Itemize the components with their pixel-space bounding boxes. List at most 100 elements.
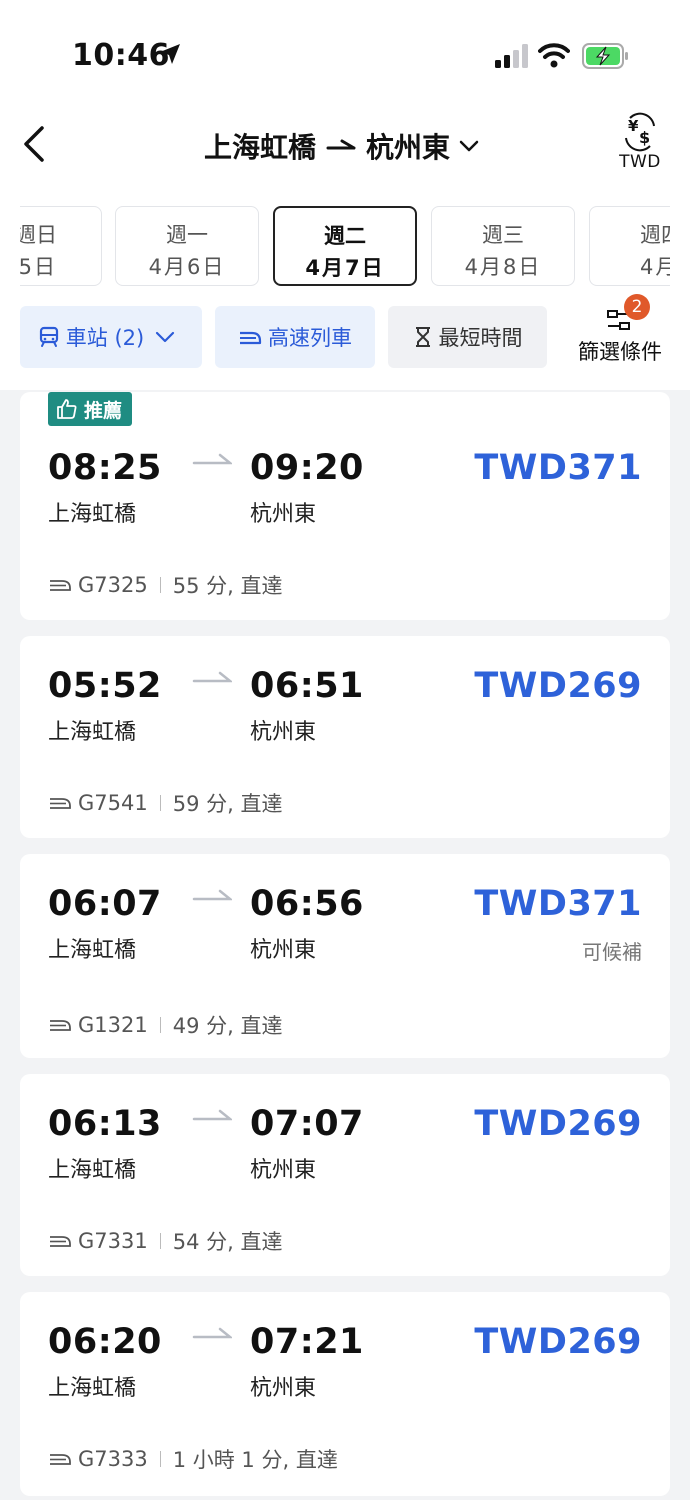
destination-station: 杭州東 <box>366 131 451 164</box>
arrival-time: 09:20 <box>250 448 364 488</box>
trip-duration: 55 分, 直達 <box>172 574 283 598</box>
ticket-price: TWD269 <box>474 1104 642 1144</box>
train-info: G7331 54 分, 直達 <box>48 1226 282 1256</box>
date-weekday: 週三 <box>482 223 524 247</box>
train-card[interactable]: 06:13 上海虹橋 07:07 杭州東 TWD269 G7331 54 分, … <box>20 1074 670 1276</box>
back-arrow-icon[interactable] <box>20 122 52 166</box>
arrival-time: 07:07 <box>250 1104 364 1144</box>
route-arrow-icon <box>192 1327 232 1339</box>
arrival-station: 杭州東 <box>250 720 317 745</box>
cellular-signal-icon <box>495 44 528 68</box>
svg-text:$: $ <box>639 128 650 147</box>
date-tab-mon[interactable]: 週一 4月6日 <box>115 206 259 286</box>
ticket-price: TWD269 <box>474 1322 642 1362</box>
train-info: G7333 1 小時 1 分, 直達 <box>48 1444 338 1474</box>
high-speed-train-icon <box>50 580 71 591</box>
recommended-label: 推薦 <box>84 399 123 422</box>
departure-time: 06:20 <box>48 1322 162 1362</box>
high-speed-train-icon <box>50 1454 71 1465</box>
divider <box>159 1017 161 1033</box>
train-card[interactable]: 05:52 上海虹橋 06:51 杭州東 TWD269 G7541 59 分, … <box>20 636 670 838</box>
shortest-time-filter-chip[interactable]: 最短時間 <box>388 306 547 368</box>
svg-text:¥: ¥ <box>628 117 639 135</box>
ticket-price: TWD269 <box>474 666 642 706</box>
divider <box>159 1451 161 1467</box>
arrival-time: 06:56 <box>250 884 364 924</box>
train-card[interactable]: 推薦 08:25 上海虹橋 09:20 杭州東 TWD371 G7325 55 … <box>20 392 670 620</box>
train-number: G7331 <box>78 1229 148 1253</box>
train-number: G7541 <box>78 791 148 815</box>
train-card[interactable]: 06:20 上海虹橋 07:21 杭州東 TWD269 G7333 1 小時 1… <box>20 1292 670 1496</box>
battery-charging-icon <box>582 43 628 69</box>
departure-station: 上海虹橋 <box>48 502 137 527</box>
arrival-time: 07:21 <box>250 1322 364 1362</box>
train-number: G7333 <box>78 1447 148 1471</box>
high-speed-train-icon <box>50 1020 71 1031</box>
divider <box>159 577 161 593</box>
departure-time: 08:25 <box>48 448 162 488</box>
arrival-station: 杭州東 <box>250 1376 317 1401</box>
departure-station: 上海虹橋 <box>48 938 137 963</box>
arrival-time: 06:51 <box>250 666 364 706</box>
departure-time: 06:07 <box>48 884 162 924</box>
departure-time: 05:52 <box>48 666 162 706</box>
departure-station: 上海虹橋 <box>48 1158 137 1183</box>
route-arrow-icon <box>192 671 232 683</box>
trip-duration: 59 分, 直達 <box>172 792 283 816</box>
shortest-time-label: 最短時間 <box>438 326 523 350</box>
high-speed-train-icon <box>240 331 262 345</box>
train-icon <box>39 326 58 347</box>
date-weekday: 週四 <box>640 223 670 247</box>
high-speed-filter-label: 高速列車 <box>268 326 352 350</box>
date-day: 4月6日 <box>148 255 226 279</box>
arrival-station: 杭州東 <box>250 938 317 963</box>
train-number: G7325 <box>78 573 148 597</box>
route-selector[interactable]: 上海虹橋 杭州東 <box>204 126 480 166</box>
departure-time: 06:13 <box>48 1104 162 1144</box>
route-arrow-icon <box>192 453 232 465</box>
thumbs-up-icon <box>57 399 77 419</box>
high-speed-train-icon <box>50 798 71 809</box>
date-strip: 週日 5日 週一 4月6日 週二 4月7日 週三 4月8日 週四 4月9 <box>20 200 670 292</box>
wifi-icon <box>538 43 570 68</box>
date-tab-wed[interactable]: 週三 4月8日 <box>431 206 575 286</box>
trip-duration: 1 小時 1 分, 直達 <box>172 1448 338 1472</box>
train-info: G1321 49 分, 直達 <box>48 1010 282 1040</box>
waitlist-note: 可候補 <box>582 940 642 964</box>
station-filter-chip[interactable]: 車站 (2) <box>20 306 202 368</box>
currency-exchange-icon: ¥ $ <box>625 112 655 152</box>
date-day: 4月7日 <box>305 256 385 280</box>
chevron-down-icon <box>156 331 175 343</box>
origin-station: 上海虹橋 <box>204 131 317 164</box>
route-arrow-icon <box>326 139 356 150</box>
date-day: 4月9 <box>640 255 670 279</box>
date-tab-tue-selected[interactable]: 週二 4月7日 <box>273 206 417 286</box>
location-arrow-icon <box>160 44 180 64</box>
trip-duration: 54 分, 直達 <box>172 1230 283 1254</box>
train-card[interactable]: 06:07 上海虹橋 06:56 杭州東 TWD371 可候補 G1321 49… <box>20 854 670 1058</box>
chevron-down-icon <box>459 140 479 152</box>
ticket-price: TWD371 <box>474 448 642 488</box>
filter-conditions-button[interactable]: 2 篩選條件 <box>572 294 668 366</box>
arrival-station: 杭州東 <box>250 1158 317 1183</box>
date-day: 4月8日 <box>464 255 542 279</box>
filter-count-badge: 2 <box>624 294 650 320</box>
arrival-station: 杭州東 <box>250 502 317 527</box>
train-number: G1321 <box>78 1013 148 1037</box>
date-tab-sun[interactable]: 週日 5日 <box>20 206 102 286</box>
currency-label: TWD <box>619 152 661 172</box>
currency-switch-button[interactable]: ¥ $ TWD <box>612 112 668 172</box>
ticket-price: TWD371 <box>474 884 642 924</box>
departure-station: 上海虹橋 <box>48 1376 137 1401</box>
train-info: G7325 55 分, 直達 <box>48 570 282 600</box>
date-tab-thu[interactable]: 週四 4月9 <box>589 206 670 286</box>
filter-conditions-label: 篩選條件 <box>578 340 662 364</box>
date-weekday: 週日 <box>20 223 57 247</box>
hourglass-icon <box>415 327 430 347</box>
high-speed-filter-chip[interactable]: 高速列車 <box>215 306 375 368</box>
departure-station: 上海虹橋 <box>48 720 137 745</box>
trip-duration: 49 分, 直達 <box>172 1014 283 1038</box>
status-time: 10:46 <box>72 38 170 73</box>
divider <box>159 795 161 811</box>
high-speed-train-icon <box>50 1236 71 1247</box>
